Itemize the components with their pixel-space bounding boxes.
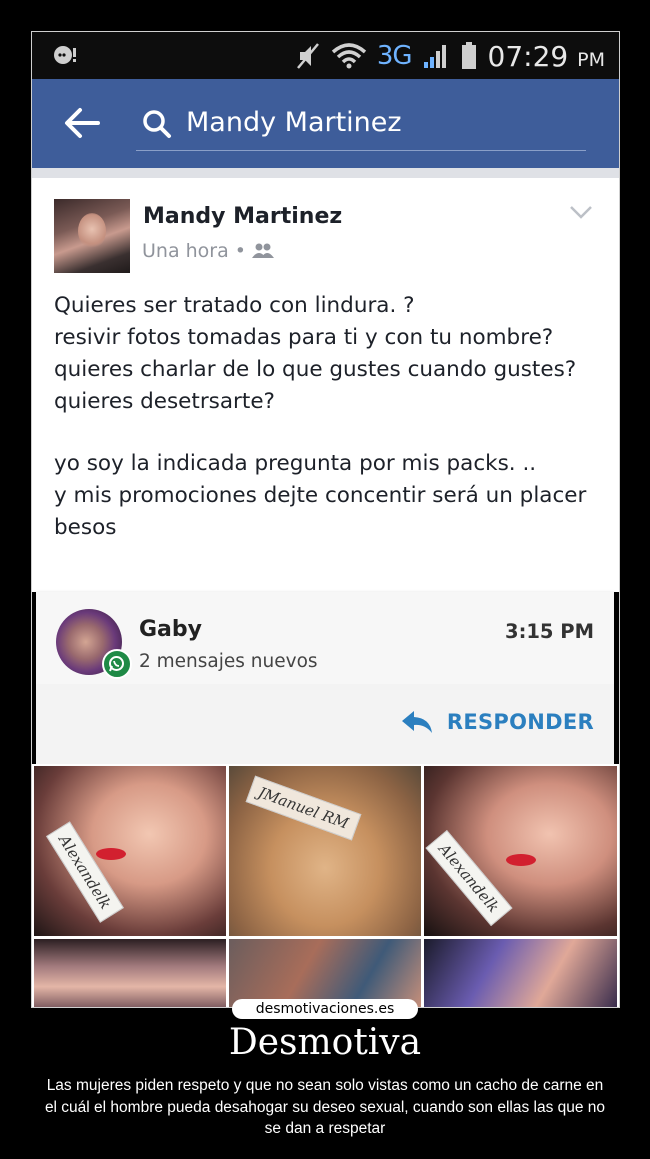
reply-button[interactable]: RESPONDER [401, 706, 594, 738]
lips-detail [506, 854, 536, 866]
mute-icon [296, 43, 319, 69]
post-line: resivir fotos tomadas para ti y con tu n… [54, 325, 554, 350]
signal-icon [423, 45, 446, 68]
app-bar: Mandy Martinez [32, 79, 619, 168]
post-line: quieres charlar de lo que gustes cuando … [54, 357, 577, 382]
sender-name: Gaby [139, 617, 202, 642]
photo[interactable]: Alexandelk [34, 766, 226, 936]
divider [32, 168, 619, 178]
reply-label: RESPONDER [446, 710, 594, 734]
post-timestamp[interactable]: Una hora [142, 240, 229, 262]
poster-title: Desmotiva [228, 1022, 422, 1063]
friends-audience-icon [251, 243, 274, 258]
photo[interactable]: JManuel RM [229, 766, 421, 936]
notification-time: 3:15 PM [505, 620, 594, 643]
search-icon [143, 110, 171, 138]
lips-detail [96, 848, 126, 860]
photo[interactable] [424, 939, 617, 1007]
search-input[interactable]: Mandy Martinez [186, 105, 402, 141]
whatsapp-notification[interactable]: Gaby 2 mensajes nuevos 3:15 PM RESPONDER [36, 592, 614, 764]
clock: 07:29 PM [487, 39, 605, 73]
whatsapp-icon [102, 649, 132, 679]
photo-grid: Alexandelk JManuel RM Alexandelk [32, 764, 619, 1007]
post-author[interactable]: Mandy Martinez [143, 204, 342, 229]
wifi-icon [331, 43, 366, 69]
photo[interactable] [229, 939, 421, 1007]
photo[interactable]: Alexandelk [424, 766, 617, 936]
poster-caption: Las mujeres piden respeto y que no sean … [44, 1077, 606, 1137]
post-line: yo soy la indicada pregunta por mis pack… [54, 451, 537, 476]
post-meta: Una hora • [142, 240, 274, 262]
chat-notification-icon [54, 46, 76, 64]
back-arrow-icon[interactable] [62, 105, 102, 141]
post-text: Quieres ser tratado con lindura. ? resiv… [54, 290, 599, 544]
notification-message: 2 mensajes nuevos [139, 651, 318, 672]
post-card: Mandy Martinez Una hora • Quieres ser tr… [32, 178, 619, 592]
screenshot-frame: 3G 07:29 PM Mandy Martinez Mandy Martine… [31, 31, 620, 1008]
post-line: quieres desetrsarte? [54, 389, 275, 414]
photo-tag: Alexandelk [425, 829, 513, 927]
photo-tag: Alexandelk [46, 821, 124, 923]
watermark: desmotivaciones.es [232, 999, 418, 1019]
post-line: y mis promociones dejte concentir será u… [54, 483, 587, 540]
chevron-down-icon[interactable] [569, 204, 593, 220]
network-type: 3G [376, 41, 413, 71]
search-field[interactable]: Mandy Martinez [136, 99, 586, 151]
post-line: Quieres ser tratado con lindura. ? [54, 293, 415, 318]
battery-icon [461, 42, 476, 69]
photo[interactable] [34, 939, 226, 1007]
avatar[interactable] [54, 199, 130, 273]
status-bar: 3G 07:29 PM [32, 32, 619, 79]
meta-separator: • [234, 240, 246, 262]
photo-tag: JManuel RM [245, 775, 362, 841]
reply-icon [401, 711, 432, 733]
